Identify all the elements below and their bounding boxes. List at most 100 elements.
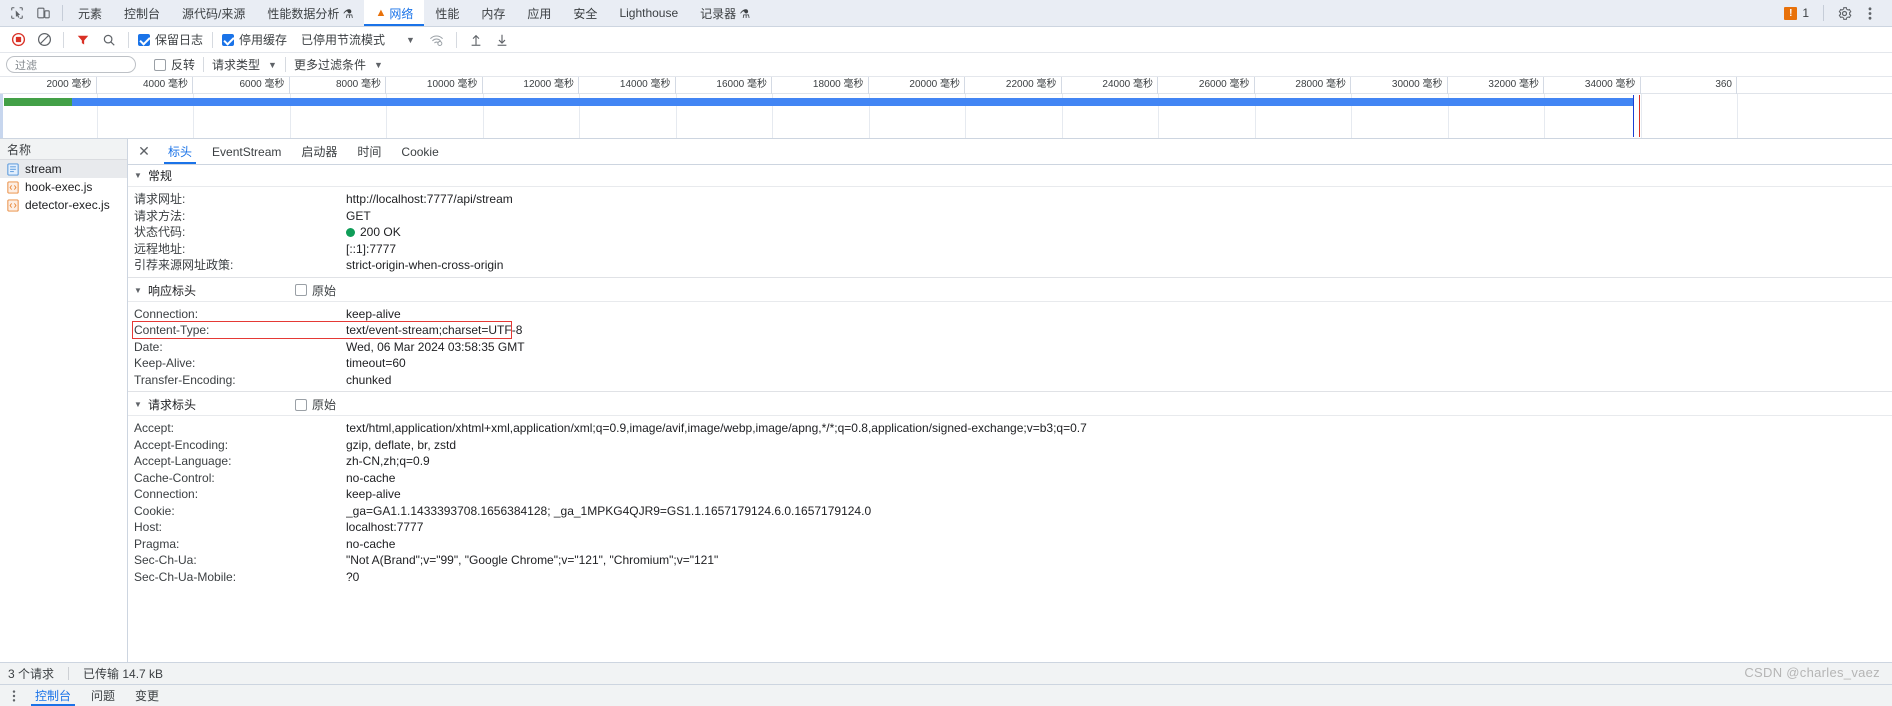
tab-initiator[interactable]: 启动器 bbox=[291, 139, 347, 164]
tab-elements[interactable]: 元素 bbox=[67, 0, 113, 26]
request-name: detector-exec.js bbox=[25, 198, 110, 212]
request-type-dropdown[interactable]: 请求类型 ▼ bbox=[210, 56, 279, 73]
header-value: strict-origin-when-cross-origin bbox=[346, 258, 504, 272]
timeline-gridline bbox=[1737, 94, 1738, 138]
tabbar-left-icons bbox=[0, 0, 58, 26]
response-raw-checkbox[interactable]: 原始 bbox=[295, 282, 336, 299]
throttling-select[interactable]: 已停用节流模式 ▼ bbox=[299, 31, 417, 48]
header-row: Accept-Encoding: gzip, deflate, br, zstd bbox=[128, 437, 1892, 454]
timeline-tick: 6000 毫秒 bbox=[193, 77, 290, 94]
network-overview[interactable]: 2000 毫秒 4000 毫秒 6000 毫秒 8000 毫秒 10000 毫秒 1200… bbox=[0, 77, 1892, 139]
checkbox-box bbox=[222, 33, 235, 46]
request-row-detector-exec[interactable]: detector-exec.js bbox=[0, 196, 127, 214]
section-title: 常规 bbox=[148, 169, 173, 183]
tab-application[interactable]: 应用 bbox=[516, 0, 562, 26]
close-icon[interactable]: ✕ bbox=[130, 139, 158, 164]
inspect-element-icon[interactable] bbox=[6, 3, 27, 24]
request-name: stream bbox=[25, 162, 62, 176]
kebab-menu-icon[interactable] bbox=[4, 689, 24, 703]
triangle-down-icon: ▼ bbox=[134, 400, 142, 409]
tab-memory[interactable]: 内存 bbox=[470, 0, 516, 26]
tab-eventstream[interactable]: EventStream bbox=[202, 139, 291, 164]
search-icon[interactable] bbox=[97, 28, 121, 52]
general-rows: 请求网址: http://localhost:7777/api/stream 请… bbox=[128, 187, 1892, 280]
invert-checkbox[interactable]: 反转 bbox=[152, 56, 197, 73]
header-value: keep-alive bbox=[346, 306, 401, 321]
tab-network[interactable]: ▲ 网络 bbox=[364, 0, 425, 26]
drawer-tab-console[interactable]: 控制台 bbox=[26, 685, 80, 706]
tab-cookies[interactable]: Cookie bbox=[391, 139, 448, 164]
panel-tab-list: 元素 控制台 源代码/来源 性能数据分析 ⚗ ▲ 网络 性能 内存 应用 安全 … bbox=[67, 0, 761, 26]
header-key: Sec-Ch-Ua-Mobile: bbox=[134, 569, 237, 584]
timeline-tick: 8000 毫秒 bbox=[290, 77, 386, 94]
header-row: Accept: text/html,application/xhtml+xml,a… bbox=[128, 420, 1892, 437]
drawer-tab-issues[interactable]: 问题 bbox=[82, 685, 124, 706]
kebab-menu-icon[interactable] bbox=[1858, 2, 1882, 24]
header-row: Cache-Control: no-cache bbox=[128, 470, 1892, 487]
document-icon bbox=[6, 162, 19, 176]
more-filters-dropdown[interactable]: 更多过滤条件 ▼ bbox=[292, 56, 385, 73]
script-icon bbox=[6, 180, 19, 194]
clear-icon[interactable] bbox=[32, 28, 56, 52]
header-key: Sec-Ch-Ua: bbox=[134, 553, 197, 567]
network-conditions-icon[interactable] bbox=[425, 28, 449, 52]
filter-input[interactable]: 过滤 bbox=[6, 56, 136, 73]
header-row: Transfer-Encoding: chunked bbox=[128, 372, 1892, 389]
invert-label: 反转 bbox=[171, 58, 196, 72]
section-request-headers-header[interactable]: ▼ 请求标头 原始 bbox=[128, 394, 1892, 416]
toolbar-divider bbox=[63, 31, 64, 48]
tab-security[interactable]: 安全 bbox=[562, 0, 608, 26]
disable-cache-checkbox[interactable]: 停用缓存 bbox=[220, 31, 289, 48]
status-divider bbox=[68, 667, 70, 680]
request-raw-checkbox[interactable]: 原始 bbox=[295, 396, 336, 413]
header-key: 状态代码: bbox=[134, 225, 186, 239]
issues-badge[interactable]: ! 1 bbox=[1778, 6, 1815, 20]
timeline-tick: 4000 毫秒 bbox=[97, 77, 193, 94]
timeline-tick: 26000 毫秒 bbox=[1158, 77, 1255, 94]
header-value: _ga=GA1.1.1433393708.1656384128; _ga_1MP… bbox=[346, 503, 872, 518]
timeline-tick: 34000 毫秒 bbox=[1544, 77, 1641, 94]
header-row: Pragma: no-cache bbox=[128, 536, 1892, 553]
timeline-tick: 16000 毫秒 bbox=[676, 77, 772, 94]
tab-lighthouse[interactable]: Lighthouse bbox=[608, 0, 689, 26]
watermark: CSDN @charles_vaez bbox=[1744, 665, 1880, 680]
drawer-tab-changes[interactable]: 变更 bbox=[126, 685, 168, 706]
device-toolbar-icon[interactable] bbox=[33, 3, 54, 24]
header-row-status: 状态代码: 200 OK bbox=[128, 224, 1892, 241]
header-key: Transfer-Encoding: bbox=[134, 372, 236, 387]
transferred-size: 已传输 14.7 kB bbox=[83, 667, 164, 681]
tab-sources[interactable]: 源代码/来源 bbox=[171, 0, 256, 26]
preserve-log-checkbox[interactable]: 保留日志 bbox=[136, 31, 205, 48]
request-rows: stream hook-exec.js detector-exec.js bbox=[0, 160, 127, 662]
tab-headers[interactable]: 标头 bbox=[158, 139, 202, 164]
tab-label: 安全 bbox=[573, 6, 598, 21]
tab-label: 控制台 bbox=[124, 6, 161, 21]
gear-icon[interactable] bbox=[1832, 2, 1856, 24]
header-key: Connection: bbox=[134, 306, 199, 321]
divider bbox=[128, 391, 1892, 392]
section-response-headers-header[interactable]: ▼ 响应标头 原始 bbox=[128, 279, 1892, 302]
headers-content: ▼ 常规 请求网址: http://localhost:7777/api/str… bbox=[128, 165, 1892, 662]
filter-row: 过滤 反转 请求类型 ▼ 更多过滤条件 ▼ bbox=[0, 53, 1892, 77]
header-key: Connection: bbox=[134, 487, 199, 501]
tab-timing[interactable]: 时间 bbox=[347, 139, 391, 164]
checkbox-box bbox=[154, 58, 166, 71]
toolbar-divider-3 bbox=[212, 31, 214, 48]
header-row: Cookie: _ga=GA1.1.1433393708.1656384128; … bbox=[128, 503, 1892, 520]
record-stop-icon[interactable] bbox=[6, 28, 30, 52]
tab-label: Cookie bbox=[401, 144, 439, 159]
request-type-label: 请求类型 bbox=[212, 58, 261, 72]
tab-console[interactable]: 控制台 bbox=[113, 0, 171, 26]
section-general-header[interactable]: ▼ 常规 bbox=[128, 165, 1892, 187]
request-row-stream[interactable]: stream bbox=[0, 160, 127, 178]
request-row-hook-exec[interactable]: hook-exec.js bbox=[0, 178, 127, 196]
timeline-tick: 14000 毫秒 bbox=[579, 77, 676, 94]
tab-recorder[interactable]: 记录器 ⚗ bbox=[689, 0, 761, 26]
tab-performance-insights[interactable]: 性能数据分析 ⚗ bbox=[256, 0, 364, 26]
export-har-icon[interactable] bbox=[490, 28, 514, 52]
timeline-tick: 2000 毫秒 bbox=[0, 77, 97, 94]
tab-performance[interactable]: 性能 bbox=[424, 0, 470, 26]
status-text: 200 OK bbox=[360, 225, 401, 239]
filter-icon[interactable] bbox=[71, 28, 95, 52]
import-har-icon[interactable] bbox=[464, 28, 488, 52]
